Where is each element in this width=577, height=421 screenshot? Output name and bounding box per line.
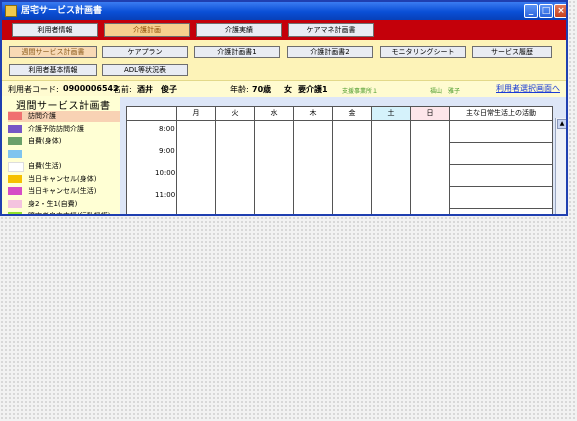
day-header: 日	[411, 107, 450, 121]
activity-cell[interactable]	[450, 143, 553, 165]
care-manager: 福山 雅子	[430, 88, 461, 95]
time-label: 10:00	[155, 169, 176, 177]
legend-label: 訪問介護	[28, 112, 56, 120]
time-label: 8:00	[159, 125, 175, 133]
day-column[interactable]	[333, 121, 372, 214]
user-age: 70歳	[252, 85, 272, 94]
care-plan-doc2-button[interactable]: 介護計画書2	[287, 46, 373, 58]
legend-label: 当日キャンセル(身体)	[28, 174, 97, 183]
vertical-scrollbar[interactable]: ▲	[555, 118, 566, 214]
time-label: 11:00	[155, 191, 176, 199]
maximize-icon[interactable]: □	[539, 4, 553, 18]
menu-care-record-button[interactable]: 介護実績	[196, 23, 282, 37]
adl-status-button[interactable]: ADL等状況表	[102, 64, 188, 76]
main-menu: 利用者情報 介護計画 介護実績 ケアマネ計画書	[2, 20, 566, 40]
day-header: 月	[177, 107, 216, 121]
window-title: 居宅サービス計画書	[21, 6, 103, 16]
legend-item[interactable]: 身2・生1(自費)	[8, 199, 120, 210]
day-header: 金	[333, 107, 372, 121]
weekly-service-plan-button[interactable]: 週間サービス計画書	[9, 46, 97, 58]
day-header: 水	[255, 107, 294, 121]
legend-title: 週間サービス計画書	[16, 101, 111, 112]
minimize-icon[interactable]: _	[524, 4, 538, 18]
day-column[interactable]	[177, 121, 216, 214]
day-header: 木	[294, 107, 333, 121]
legend-color-swatch	[8, 187, 22, 195]
legend-color-swatch	[8, 212, 22, 214]
age-label: 年齢:	[230, 85, 249, 94]
monitoring-sheet-button[interactable]: モニタリングシート	[380, 46, 466, 58]
submenu: 週間サービス計画書 ケアプラン 介護計画書1 介護計画書2 モニタリングシート …	[2, 40, 566, 80]
app-icon	[5, 5, 17, 17]
menu-caremanager-plan-button[interactable]: ケアマネ計画書	[288, 23, 374, 37]
user-code-label: 利用者コード:	[8, 85, 59, 94]
activity-header: 主な日常生活上の活動	[450, 107, 553, 121]
legend-item[interactable]: 自費(身体)	[8, 136, 120, 147]
legend-color-swatch	[8, 124, 22, 133]
legend-label: 介護予防訪問介護	[28, 124, 84, 133]
day-column[interactable]	[411, 121, 450, 214]
legend-item[interactable]	[8, 149, 120, 160]
legend-label: 自費(生活)	[28, 162, 62, 170]
care-level: 要介護1	[298, 85, 328, 94]
day-column[interactable]	[216, 121, 255, 214]
care-plan-button[interactable]: ケアプラン	[102, 46, 188, 58]
day-column[interactable]	[294, 121, 333, 214]
legend-item[interactable]: 当日キャンセル(身体)	[8, 174, 120, 185]
day-header: 火	[216, 107, 255, 121]
day-header: 土	[372, 107, 411, 121]
legend-item[interactable]: 障害者自立支援(行動援護)	[8, 211, 120, 216]
schedule-corner	[127, 107, 177, 121]
user-info-bar: 利用者コード: 0900006542 名前: 酒井 俊子 年齢: 70歳 女 要…	[2, 80, 566, 97]
user-name: 酒井 俊子	[137, 85, 177, 94]
legend-color-swatch	[8, 199, 22, 208]
activity-cell[interactable]	[450, 209, 553, 214]
legend-item[interactable]: 訪問介護	[8, 111, 120, 122]
app-window: 居宅サービス計画書 _ □ × 利用者情報 介護計画 介護実績 ケアマネ計画書 …	[0, 0, 568, 216]
legend-label: 当日キャンセル(生活)	[28, 187, 97, 195]
legend-item[interactable]: 自費(生活)	[8, 161, 120, 172]
legend-label: 自費(身体)	[28, 137, 62, 145]
activity-cell[interactable]	[450, 187, 553, 209]
weekly-schedule-grid: 月火水木金土日主な日常生活上の活動 8:00 9:00 10:00 11:00 12:00	[126, 106, 553, 214]
name-label: 名前:	[113, 85, 132, 94]
user-sex: 女	[284, 85, 292, 94]
user-basic-info-button[interactable]: 利用者基本情報	[9, 64, 97, 76]
day-column[interactable]	[372, 121, 411, 214]
scroll-up-icon[interactable]: ▲	[557, 119, 566, 129]
menu-care-plan-button[interactable]: 介護計画	[104, 23, 190, 37]
day-column[interactable]	[255, 121, 294, 214]
user-code: 0900006542	[63, 84, 119, 93]
legend-label: 身2・生1(自費)	[28, 199, 78, 208]
legend-panel: 週間サービス計画書 訪問介護介護予防訪問介護 自費(身体) 自費(生活) 当日キャンセ…	[2, 96, 120, 214]
legend-item[interactable]: 当日キャンセル(生活)	[8, 186, 120, 197]
legend-color-swatch	[8, 162, 24, 172]
care-plan-doc1-button[interactable]: 介護計画書1	[194, 46, 280, 58]
legend-item[interactable]: 介護予防訪問介護	[8, 124, 120, 135]
close-icon[interactable]: ×	[554, 4, 566, 18]
menu-user-info-button[interactable]: 利用者情報	[12, 23, 98, 37]
user-select-link[interactable]: 利用者選択画面へ	[496, 83, 560, 94]
time-label: 9:00	[159, 147, 175, 155]
legend-color-swatch	[8, 174, 22, 183]
legend-label: 障害者自立支援(行動援護)	[28, 212, 111, 216]
legend-color-swatch	[8, 112, 22, 120]
support-office: 支援事業所１	[342, 88, 379, 95]
activity-cell[interactable]	[450, 165, 553, 187]
legend-color-swatch	[8, 149, 22, 158]
title-bar[interactable]: 居宅サービス計画書 _ □ ×	[2, 2, 566, 20]
legend-color-swatch	[8, 137, 22, 145]
service-history-button[interactable]: サービス履歴	[472, 46, 552, 58]
activity-cell[interactable]	[450, 121, 553, 143]
time-label: 12:00	[155, 213, 175, 214]
